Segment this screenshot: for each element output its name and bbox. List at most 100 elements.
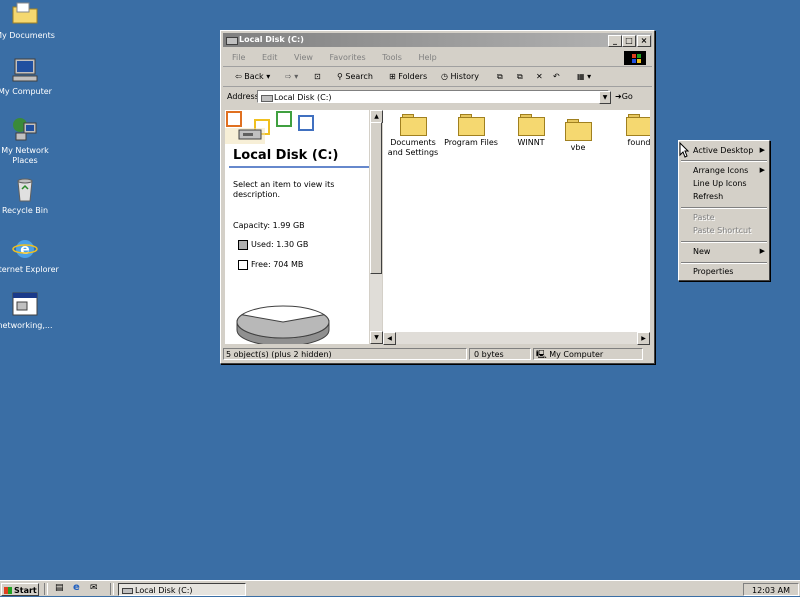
desktop-icon-label: My Computer [0, 87, 52, 96]
history-button[interactable]: ◷ History [441, 68, 479, 86]
go-arrow-icon: ➜ [615, 92, 622, 101]
file-item-label: WINNT [517, 138, 545, 147]
info-pane-description: Select an item to view its description. [233, 180, 335, 199]
back-button[interactable]: ⇦ Back ▾ [235, 68, 270, 86]
submenu-arrow-icon: ▶ [759, 247, 765, 255]
menu-item-refresh[interactable]: Refresh [693, 192, 723, 201]
used-swatch [238, 240, 248, 250]
undo-icon[interactable]: ↶ [553, 68, 560, 86]
menu-item-label: New [693, 247, 711, 256]
address-label: Address [227, 92, 259, 101]
system-clock[interactable]: 12:03 AM [743, 583, 799, 596]
desktop-icon-my-documents[interactable]: My Documents [0, 2, 60, 41]
used-space-row: Used: 1.30 GB [238, 240, 309, 250]
address-input[interactable]: Local Disk (C:) [257, 90, 609, 103]
status-zone: 🖳 My Computer [533, 348, 643, 360]
free-text: Free: 704 MB [251, 260, 304, 269]
folders-button[interactable]: ⊞ Folders [389, 68, 427, 86]
menu-item-new[interactable]: New ▶ [693, 247, 769, 256]
desktop-icon-my-computer[interactable]: My Computer [0, 58, 60, 97]
disk-usage-pie [236, 305, 330, 344]
network-icon [12, 117, 38, 143]
folder-icon [518, 114, 545, 136]
delete-icon[interactable]: ✕ [536, 68, 543, 86]
status-bar: 5 object(s) (plus 2 hidden) 0 bytes 🖳 My… [223, 347, 652, 361]
menu-separator [681, 241, 767, 243]
go-button[interactable]: ➜Go [615, 90, 633, 104]
taskbar-button-local-disk[interactable]: Local Disk (C:) [118, 583, 246, 596]
submenu-arrow-icon: ▶ [759, 146, 765, 154]
quick-launch-divider [44, 583, 48, 595]
close-button[interactable]: × [637, 35, 651, 47]
file-item[interactable]: found [609, 110, 650, 148]
menu-item-label: Line Up Icons [693, 179, 747, 188]
windows-logo-icon [624, 51, 646, 65]
scroll-right-button[interactable]: ▶ [637, 332, 650, 345]
menu-edit[interactable]: Edit [257, 53, 283, 62]
window-title: Local Disk (C:) [239, 35, 304, 44]
maximize-button[interactable]: □ [622, 35, 636, 47]
taskbar: Start ▤ e ✉ Local Disk (C:) 12:03 AM [0, 580, 800, 596]
scroll-down-button[interactable]: ▼ [370, 331, 383, 344]
start-button[interactable]: Start [1, 583, 39, 596]
minimize-button[interactable]: _ [608, 35, 622, 47]
show-desktop-icon[interactable]: ▤ [55, 583, 64, 593]
used-text: Used: 1.30 GB [251, 240, 309, 249]
internet-explorer-icon[interactable]: e [73, 582, 80, 593]
menu-item-line-up-icons[interactable]: Line Up Icons [693, 179, 747, 188]
menu-item-arrange-icons[interactable]: Arrange Icons ▶ [693, 166, 769, 175]
quick-launch-divider [110, 583, 114, 595]
status-zone-label: My Computer [549, 350, 604, 359]
file-item[interactable]: Program Files [441, 110, 501, 148]
file-item[interactable]: Documents and Settings [383, 110, 443, 158]
outlook-express-icon[interactable]: ✉ [90, 583, 98, 593]
drive-banner-graphic [225, 111, 314, 144]
move-to-icon[interactable]: ⧉ [497, 68, 503, 86]
menu-separator [681, 160, 767, 162]
capacity-text: Capacity: 1.99 GB [233, 221, 305, 230]
drive-icon [122, 588, 133, 594]
desktop-icon-label: Internet Explorer [0, 265, 59, 274]
menu-item-paste-shortcut: Paste Shortcut [693, 226, 751, 235]
menu-help[interactable]: Help [413, 53, 441, 62]
forward-button[interactable]: ⇨ ▾ [285, 68, 298, 86]
internet-explorer-icon: e [12, 236, 38, 262]
free-swatch [238, 260, 248, 270]
window-titlebar[interactable]: Local Disk (C:) _ □ × [223, 33, 652, 47]
menu-item-label: Paste Shortcut [693, 226, 752, 235]
menu-view[interactable]: View [289, 53, 318, 62]
file-list-horizontal-scrollbar[interactable]: ◀ ▶ [383, 332, 650, 345]
info-pane-title: Local Disk (C:) [233, 148, 339, 163]
up-folder-icon[interactable]: ⊡ [314, 68, 321, 86]
views-icon[interactable]: ▦ ▾ [577, 68, 591, 86]
menu-favorites[interactable]: Favorites [325, 53, 371, 62]
submenu-arrow-icon: ▶ [759, 166, 765, 174]
computer-icon [12, 58, 38, 84]
file-item[interactable]: vbe [548, 115, 608, 153]
menu-item-paste: Paste [693, 213, 715, 222]
desktop-context-menu: Active Desktop ▶ Arrange Icons ▶ Line Up… [678, 140, 770, 281]
menu-item-label: Arrange Icons [693, 166, 749, 175]
info-pane-vertical-scrollbar[interactable]: ▲ ▼ [370, 110, 383, 344]
menu-item-properties[interactable]: Properties [693, 267, 733, 276]
info-pane: Local Disk (C:) Select an item to view i… [225, 110, 369, 344]
go-label: Go [621, 92, 633, 101]
menu-item-label: Paste [693, 213, 715, 222]
desktop-icon-recycle-bin[interactable]: Recycle Bin [0, 177, 60, 216]
folder-icon [12, 2, 38, 28]
menu-file[interactable]: File [227, 53, 250, 62]
search-button[interactable]: ⚲ Search [337, 68, 373, 86]
file-item-label: Documents and Settings [387, 138, 439, 157]
file-item-label: Program Files [444, 138, 498, 147]
menu-tools[interactable]: Tools [377, 53, 407, 62]
recycle-bin-icon [12, 177, 38, 203]
scroll-thumb[interactable] [370, 122, 382, 274]
folders-icon: ⊞ [389, 72, 396, 81]
scroll-left-button[interactable]: ◀ [383, 332, 396, 345]
menu-item-active-desktop[interactable]: Active Desktop ▶ [693, 146, 769, 155]
address-dropdown-button[interactable]: ▼ [599, 91, 611, 104]
desktop-icon-networking[interactable]: networking,... [0, 292, 60, 331]
desktop-icon-my-network-places[interactable]: My Network Places [0, 117, 60, 166]
desktop-icon-internet-explorer[interactable]: e Internet Explorer [0, 236, 60, 275]
copy-to-icon[interactable]: ⧉ [517, 68, 523, 86]
